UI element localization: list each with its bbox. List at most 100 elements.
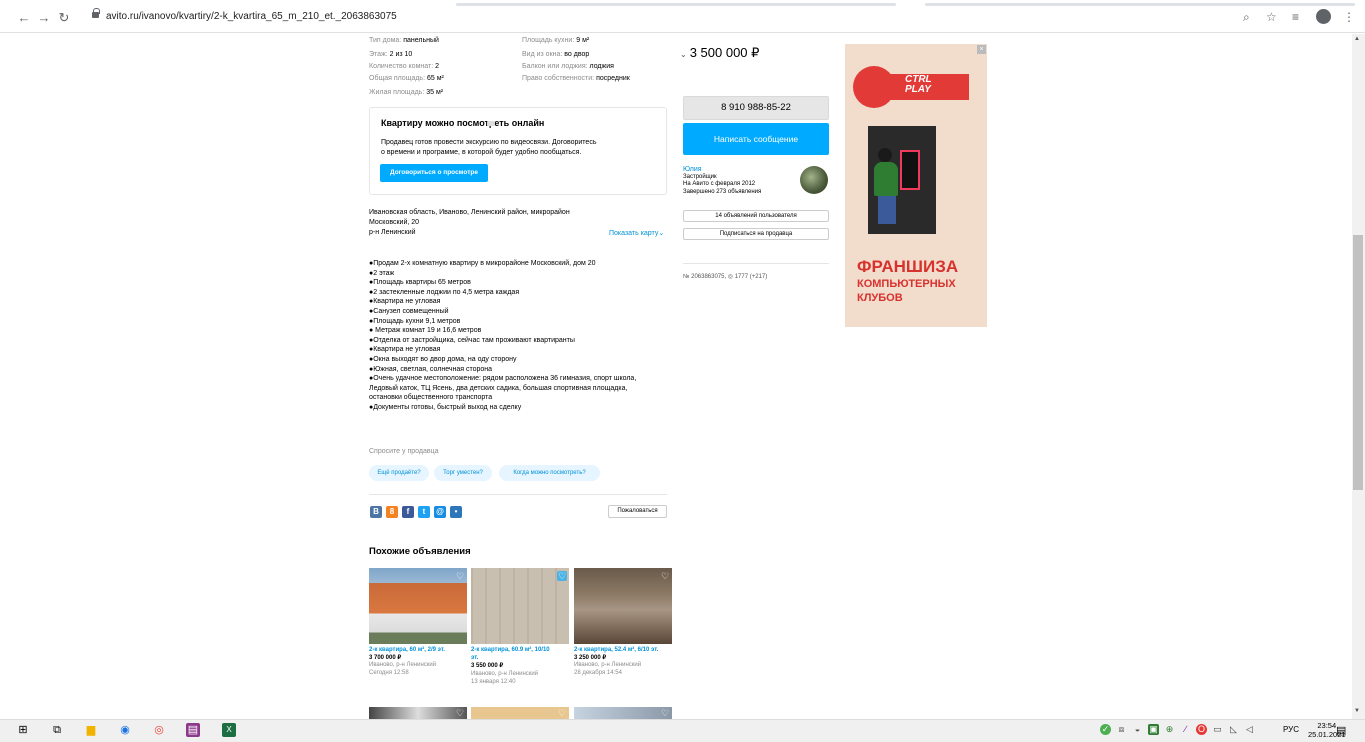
volume-icon[interactable]: ◁ <box>1244 724 1255 735</box>
description-line: остановки общественного транспорта <box>369 394 493 402</box>
profile-avatar-icon[interactable] <box>1316 9 1331 24</box>
listing-stats: № 2063863075, ◎ 1777 (+217) <box>683 274 768 280</box>
write-message-button[interactable]: Написать сообщение <box>683 123 829 155</box>
listing-photo[interactable] <box>471 707 569 719</box>
param-rooms: Количество комнат: 2 <box>369 63 439 70</box>
arrange-viewing-button[interactable]: Договориться о просмотре <box>380 164 488 182</box>
ask-chip-bargain[interactable]: Торг уместен? <box>434 465 492 481</box>
twitter-share-icon[interactable]: t <box>418 506 430 518</box>
tray-pen-icon[interactable]: ∕ <box>1180 724 1191 735</box>
ad-headline: ФРАНШИЗА <box>857 257 959 276</box>
description-line: Ледовый каток, ТЦ Ясень, два детских сад… <box>369 384 628 392</box>
tray-app-icon[interactable]: ⧈ <box>1116 724 1127 735</box>
reload-icon[interactable]: ↻ <box>56 10 72 26</box>
description: ●Продам 2-х комнатную квартиру в микрора… <box>369 259 689 413</box>
listing-photo[interactable] <box>574 707 672 719</box>
url-text[interactable]: avito.ru/ivanovo/kvartiry/2-k_kvartira_6… <box>106 11 397 22</box>
ask-chip-still-selling[interactable]: Ещё продаёте? <box>369 465 429 481</box>
listing-title[interactable]: 2-к квартира, 52.4 м², 6/10 эт. <box>574 647 658 655</box>
scroll-down-icon[interactable]: ▼ <box>1354 708 1360 714</box>
facebook-share-icon[interactable]: f <box>402 506 414 518</box>
excel-icon[interactable]: X <box>222 723 236 737</box>
param-kitchen-area: Площадь кухни: 9 м² <box>522 37 590 44</box>
description-line: ●2 этаж <box>369 269 395 277</box>
file-explorer-icon[interactable]: ▆ <box>84 723 98 737</box>
favorite-heart-icon[interactable]: ♡ <box>557 708 567 718</box>
listing-price: 3 550 000 ₽ <box>471 663 504 669</box>
livejournal-share-icon[interactable]: • <box>450 506 462 518</box>
tray-app-icon[interactable]: ▣ <box>1148 724 1159 735</box>
scroll-up-icon[interactable]: ▲ <box>1354 36 1360 42</box>
district: р-н Ленинский <box>369 229 416 236</box>
online-viewing-title: Квартиру можно посмотреть онлайн <box>381 118 545 128</box>
online-viewing-description: Продавец готов провести экскурсию по вид… <box>381 139 597 156</box>
chevron-down-icon[interactable]: ⌄ <box>680 50 687 59</box>
listing-title[interactable]: 2-к квартира, 60 м², 2/9 эт. <box>369 647 445 655</box>
description-line: ●Площадь кухни 9,1 метров <box>369 317 461 325</box>
edge-icon[interactable]: ◉ <box>118 723 132 737</box>
listing-date: Сегодня 12:58 <box>369 670 409 676</box>
listing-place: Иваново, р-н Ленинский <box>369 662 437 668</box>
tab-strip <box>0 0 1365 6</box>
back-icon[interactable]: ← <box>16 10 32 26</box>
description-line: ●2 застекленные лоджии по 4,5 метра кажд… <box>369 288 520 296</box>
tab[interactable] <box>456 3 896 6</box>
tray-app-icon[interactable]: ◒ <box>1132 724 1143 735</box>
lock-icon[interactable] <box>92 8 100 18</box>
listing-date: 13 января 12:40 <box>471 679 516 685</box>
description-line: ●Квартира не угловая <box>369 346 441 354</box>
chrome-icon[interactable]: ◎ <box>152 723 166 737</box>
network-icon[interactable]: ◺ <box>1228 724 1239 735</box>
show-map-link[interactable]: Показать карту⌄ <box>609 229 664 237</box>
chevron-down-icon: ⌄ <box>658 230 665 237</box>
video-camera-icon <box>487 121 495 126</box>
favorite-heart-icon[interactable]: ♡ <box>455 571 465 581</box>
close-icon[interactable]: × <box>977 45 986 54</box>
seller-avatar[interactable] <box>800 166 828 194</box>
favorite-heart-icon[interactable]: ♡ <box>455 708 465 718</box>
similar-listings-title: Похожие объявления <box>369 546 471 557</box>
mail-share-icon[interactable]: @ <box>434 506 446 518</box>
listing-photo[interactable] <box>471 568 569 644</box>
task-view-icon[interactable]: ⧉ <box>50 723 64 737</box>
ctrl-play-logo: CTRL PLAY <box>853 66 969 108</box>
menu-dots-icon[interactable]: ⋮ <box>1343 9 1355 25</box>
reading-list-icon[interactable]: ≡ <box>1292 9 1299 25</box>
vk-share-icon[interactable]: B <box>370 506 382 518</box>
seller-name-link[interactable]: Юлия <box>683 166 702 173</box>
complain-button[interactable]: Пожаловаться <box>608 505 667 518</box>
ask-seller-label: Спросите у продавца <box>369 448 439 455</box>
favorite-heart-icon[interactable]: ♡ <box>660 571 670 581</box>
param-window-view: Вид из окна: во двор <box>522 51 590 58</box>
description-line: ●Квартира не угловая <box>369 298 441 306</box>
description-line: ●Документы готовы, быстрый выход на сдел… <box>369 403 522 411</box>
description-line: ●Отделка от застройщика, сейчас там прож… <box>369 336 575 344</box>
bookmark-star-icon[interactable]: ☆ <box>1266 9 1277 25</box>
subscribe-seller-button[interactable]: Подписаться на продавца <box>683 228 829 240</box>
language-indicator[interactable]: РУС <box>1283 725 1299 734</box>
description-line: ●Площадь квартиры 65 метров <box>369 279 471 287</box>
favorite-heart-icon[interactable]: ♡ <box>660 708 670 718</box>
zoom-icon[interactable]: ⌕ <box>1243 9 1250 25</box>
listing-title[interactable]: 2-к квартира, 60.9 м², 10/10 эт. <box>471 647 550 662</box>
listing-photo[interactable] <box>369 568 467 644</box>
listing-photo[interactable] <box>369 707 467 719</box>
listing-photo[interactable] <box>574 568 672 644</box>
winrar-icon[interactable]: ▤ <box>186 723 200 737</box>
scrollbar-thumb[interactable] <box>1353 235 1363 490</box>
price: ⌄ 3 500 000 ₽ <box>680 45 760 60</box>
forward-icon[interactable]: → <box>36 10 52 26</box>
tray-app-icon[interactable]: ⊕ <box>1164 724 1175 735</box>
tray-check-icon[interactable]: ✓ <box>1100 724 1111 735</box>
tab[interactable] <box>925 3 1355 6</box>
notifications-icon[interactable]: ▤ <box>1336 724 1346 737</box>
favorite-heart-icon[interactable]: ♡ <box>557 571 567 581</box>
divider <box>683 263 829 264</box>
ok-share-icon[interactable]: 8 <box>386 506 398 518</box>
phone-button[interactable]: 8 910 988-85-22 <box>683 96 829 120</box>
windows-start-icon[interactable]: ⊞ <box>16 723 30 737</box>
tray-battery-icon[interactable]: ▭ <box>1212 724 1223 735</box>
tray-opera-icon[interactable]: O <box>1196 724 1207 735</box>
ask-chip-when-view[interactable]: Когда можно посмотреть? <box>499 465 600 481</box>
seller-listings-button[interactable]: 14 объявлений пользователя <box>683 210 829 222</box>
